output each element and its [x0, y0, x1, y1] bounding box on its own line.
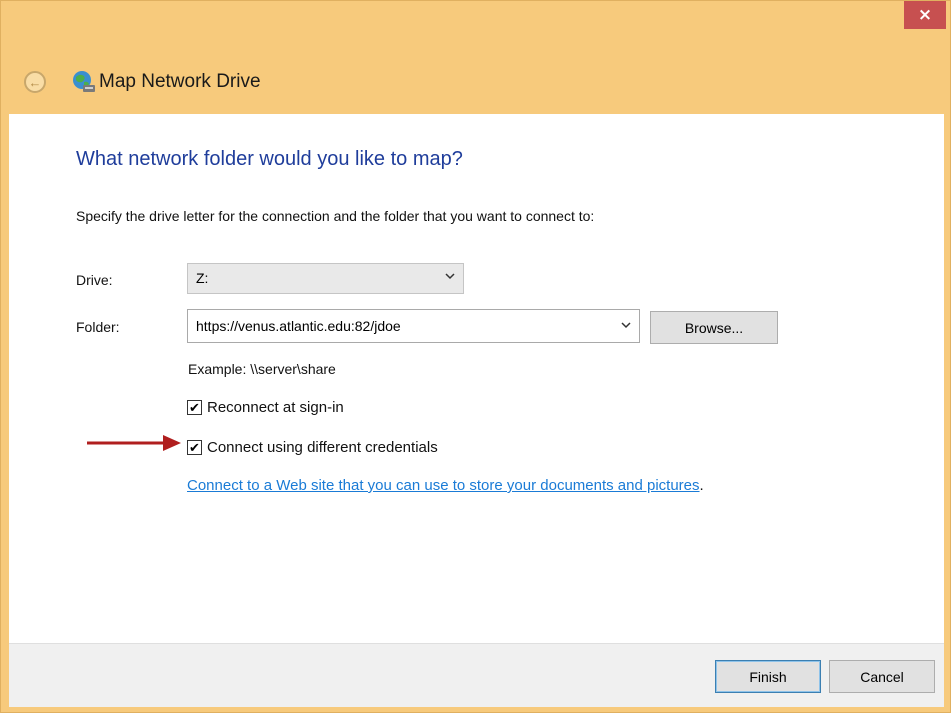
- wizard-content: What network folder would you like to ma…: [9, 114, 944, 643]
- folder-label: Folder:: [76, 319, 120, 335]
- website-link[interactable]: Connect to a Web site that you can use t…: [187, 477, 700, 494]
- reconnect-label[interactable]: Reconnect at sign-in: [207, 399, 344, 416]
- example-text: Example: \\server\share: [188, 361, 336, 377]
- close-icon: ×: [917, 5, 933, 25]
- network-drive-icon: [73, 71, 95, 92]
- title-bar[interactable]: ×: [1, 1, 951, 41]
- chevron-down-icon: [445, 273, 455, 280]
- back-button[interactable]: ←: [24, 71, 46, 93]
- different-credentials-checkbox[interactable]: ✔: [187, 440, 202, 455]
- finish-button[interactable]: Finish: [715, 660, 821, 693]
- different-credentials-option[interactable]: ✔ Connect using different credentials: [187, 439, 438, 456]
- drive-label: Drive:: [76, 272, 113, 288]
- back-arrow-icon: ←: [28, 74, 42, 90]
- reconnect-checkbox[interactable]: ✔: [187, 400, 202, 415]
- button-bar: Finish Cancel: [9, 643, 944, 707]
- instruction-text: Specify the drive letter for the connect…: [76, 208, 595, 224]
- wizard-header: ← Map Network Drive: [1, 61, 951, 101]
- folder-input-value: https://venus.atlantic.edu:82/jdoe: [196, 318, 401, 334]
- website-link-row: Connect to a Web site that you can use t…: [187, 477, 704, 494]
- reconnect-option[interactable]: ✔ Reconnect at sign-in: [187, 399, 344, 416]
- link-period: .: [699, 477, 704, 494]
- browse-button[interactable]: Browse...: [650, 311, 778, 344]
- annotation-arrow-icon: [87, 435, 181, 451]
- page-heading: What network folder would you like to ma…: [76, 148, 463, 170]
- drive-select-value: Z:: [196, 270, 209, 286]
- cancel-button[interactable]: Cancel: [829, 660, 935, 693]
- chevron-down-icon[interactable]: [621, 320, 631, 330]
- window-title: Map Network Drive: [99, 71, 261, 92]
- folder-combobox[interactable]: https://venus.atlantic.edu:82/jdoe: [187, 309, 640, 343]
- different-credentials-label[interactable]: Connect using different credentials: [207, 439, 438, 456]
- map-network-drive-window: × ← Map Network Drive What network folde…: [0, 0, 951, 713]
- drive-select[interactable]: Z:: [187, 263, 464, 294]
- close-button[interactable]: ×: [904, 1, 946, 29]
